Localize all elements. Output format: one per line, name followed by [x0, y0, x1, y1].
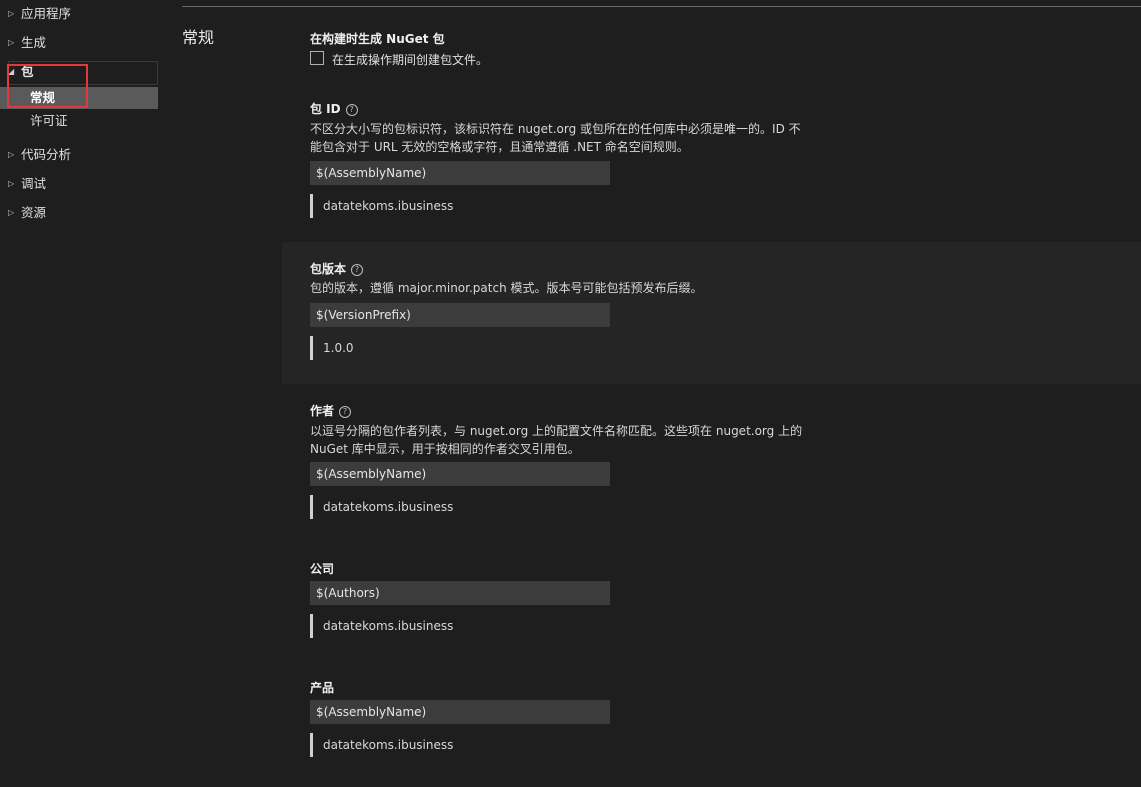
- company-input[interactable]: $(Authors): [310, 581, 610, 605]
- field-label: 产品: [310, 681, 335, 695]
- generate-on-build-section: 在构建时生成 NuGet 包 在生成操作期间创建包文件。: [282, 20, 1141, 80]
- resolved-value: 1.0.0: [310, 336, 354, 360]
- sidebar-item-label: 调试: [21, 176, 47, 191]
- field-label: 包 ID?: [310, 100, 358, 117]
- sidebar-item-label: 资源: [21, 205, 47, 220]
- package-id-section: 包 ID? 不区分大小写的包标识符，该标识符在 nuget.org 或包所在的任…: [282, 92, 1141, 232]
- field-description: 不区分大小写的包标识符，该标识符在 nuget.org 或包所在的任何库中必须是…: [310, 120, 810, 156]
- sidebar: ▷ 应用程序 ▷ 生成 ◢ 包 常规 许可证 ▷ 代码分析 ▷ 调试 ▷ 资源: [0, 0, 160, 787]
- product-section: 产品 $(AssemblyName) datatekoms.ibusiness: [282, 671, 1141, 771]
- authors-section: 作者? 以逗号分隔的包作者列表，与 nuget.org 上的配置文件名称匹配。这…: [282, 394, 1141, 534]
- description-line: 包的版本，遵循 major.minor.patch 模式。版本号可能包括预发布后…: [310, 281, 703, 295]
- description-line: 不区分大小写的包标识符，该标识符在 nuget.org 或包所在的任何库中必须是…: [310, 122, 801, 136]
- description-line: 能包含对于 URL 无效的空格或字符，且通常遵循 .NET 命名空间规则。: [310, 140, 689, 154]
- sidebar-item-resources[interactable]: ▷ 资源: [0, 202, 158, 224]
- help-icon[interactable]: ?: [345, 104, 358, 116]
- generate-on-build-checkbox[interactable]: [310, 51, 324, 65]
- field-label-text: 包版本: [310, 262, 347, 276]
- header-divider: [182, 6, 1141, 7]
- field-label: 包版本?: [310, 260, 364, 277]
- resolved-value: datatekoms.ibusiness: [310, 194, 453, 218]
- expand-arrow-icon: ▷: [8, 150, 15, 159]
- annotation-highlight-box: [7, 64, 88, 108]
- sidebar-item-label: 许可证: [30, 113, 68, 128]
- field-label: 公司: [310, 562, 335, 576]
- checkbox-label[interactable]: 在生成操作期间创建包文件。: [332, 51, 488, 68]
- sidebar-item-debug[interactable]: ▷ 调试: [0, 173, 158, 195]
- field-description: 以逗号分隔的包作者列表，与 nuget.org 上的配置文件名称匹配。这些项在 …: [310, 422, 810, 458]
- package-version-input[interactable]: $(VersionPrefix): [310, 303, 610, 327]
- sidebar-item-build[interactable]: ▷ 生成: [0, 32, 158, 54]
- field-description: 包的版本，遵循 major.minor.patch 模式。版本号可能包括预发布后…: [310, 279, 810, 297]
- sidebar-item-code-analysis[interactable]: ▷ 代码分析: [0, 144, 158, 166]
- help-icon[interactable]: ?: [339, 406, 352, 418]
- expand-arrow-icon: ▷: [8, 9, 15, 18]
- description-line: NuGet 库中显示，用于按相同的作者交叉引用包。: [310, 442, 580, 456]
- field-label: 在构建时生成 NuGet 包: [310, 32, 445, 46]
- package-id-input[interactable]: $(AssemblyName): [310, 161, 610, 185]
- field-label-text: 作者: [310, 404, 335, 418]
- sidebar-item-application[interactable]: ▷ 应用程序: [0, 3, 158, 25]
- description-line: 以逗号分隔的包作者列表，与 nuget.org 上的配置文件名称匹配。这些项在 …: [310, 424, 803, 438]
- authors-input[interactable]: $(AssemblyName): [310, 462, 610, 486]
- sidebar-item-label: 代码分析: [21, 147, 72, 162]
- resolved-value: datatekoms.ibusiness: [310, 733, 453, 757]
- resolved-value: datatekoms.ibusiness: [310, 614, 453, 638]
- company-section: 公司 $(Authors) datatekoms.ibusiness: [282, 552, 1141, 652]
- resolved-value: datatekoms.ibusiness: [310, 495, 453, 519]
- expand-arrow-icon: ▷: [8, 38, 15, 47]
- sidebar-item-label: 生成: [21, 35, 47, 50]
- expand-arrow-icon: ▷: [8, 179, 15, 188]
- page-title: 常规: [182, 28, 215, 47]
- package-version-section: 包版本? 包的版本，遵循 major.minor.patch 模式。版本号可能包…: [282, 242, 1141, 384]
- product-input[interactable]: $(AssemblyName): [310, 700, 610, 724]
- field-label: 作者?: [310, 402, 352, 419]
- help-icon[interactable]: ?: [351, 264, 364, 276]
- sidebar-item-label: 应用程序: [21, 6, 72, 21]
- sidebar-item-license[interactable]: 许可证: [0, 110, 158, 132]
- field-label-text: 包 ID: [310, 102, 341, 116]
- expand-arrow-icon: ▷: [8, 208, 15, 217]
